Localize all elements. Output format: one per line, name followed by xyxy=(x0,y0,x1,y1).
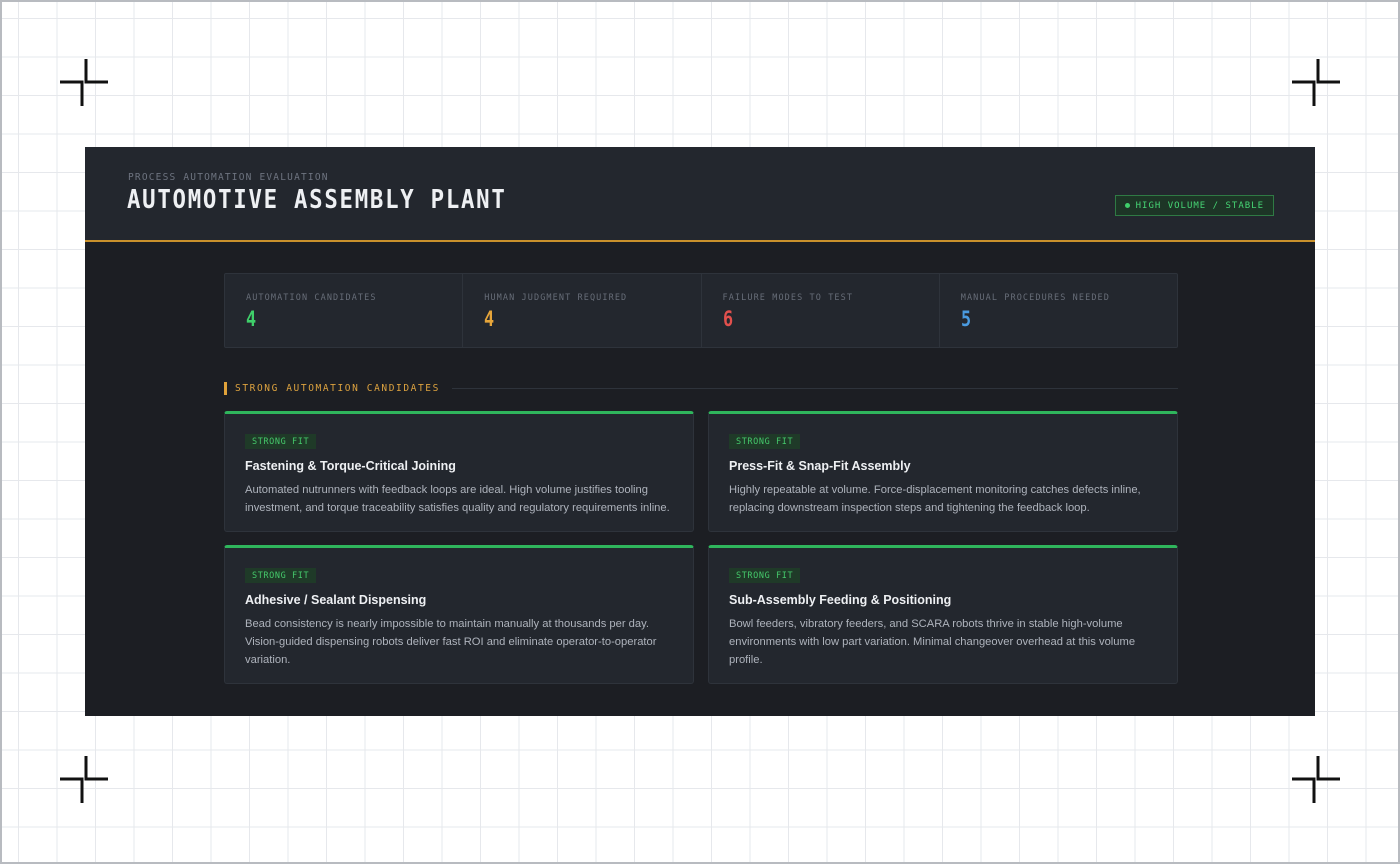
card-title: Adhesive / Sealant Dispensing xyxy=(245,593,427,607)
stat-value: 4 xyxy=(484,307,495,331)
stat-failure-modes: FAILURE MODES TO TEST 6 xyxy=(702,274,940,347)
section-accent-bar xyxy=(224,381,227,395)
card-title: Fastening & Torque-Critical Joining xyxy=(245,459,456,473)
panel-header: PROCESS AUTOMATION EVALUATION AUTOMOTIVE… xyxy=(85,147,1315,242)
stat-label: HUMAN JUDGMENT REQUIRED xyxy=(484,293,628,303)
card-description: Bowl feeders, vibratory feeders, and SCA… xyxy=(729,618,1136,666)
candidate-card[interactable]: STRONG FIT Sub-Assembly Feeding & Positi… xyxy=(708,545,1178,684)
fit-badge: STRONG FIT xyxy=(245,434,317,449)
card-title: Sub-Assembly Feeding & Positioning xyxy=(729,593,952,607)
fit-badge: STRONG FIT xyxy=(729,568,801,583)
crop-mark-icon xyxy=(1292,59,1340,107)
section-title: STRONG AUTOMATION CANDIDATES xyxy=(235,382,440,394)
crop-mark-icon xyxy=(1292,756,1340,804)
stat-label: FAILURE MODES TO TEST xyxy=(722,293,854,303)
stat-label: AUTOMATION CANDIDATES xyxy=(246,293,377,303)
card-title: Press-Fit & Snap-Fit Assembly xyxy=(729,459,911,473)
status-badge-label: HIGH VOLUME / STABLE xyxy=(1135,200,1264,211)
card-description: Highly repeatable at volume. Force-displ… xyxy=(729,484,1141,514)
page-title: AUTOMOTIVE ASSEMBLY PLANT xyxy=(127,185,507,215)
card-description: Automated nutrunners with feedback loops… xyxy=(245,484,670,514)
header-eyebrow: PROCESS AUTOMATION EVALUATION xyxy=(128,172,329,183)
candidate-card[interactable]: STRONG FIT Press-Fit & Snap-Fit Assembly… xyxy=(708,411,1178,532)
candidate-card[interactable]: STRONG FIT Fastening & Torque-Critical J… xyxy=(224,411,694,532)
stat-automation-candidates: AUTOMATION CANDIDATES 4 xyxy=(225,274,464,347)
section-divider xyxy=(451,387,1178,389)
candidate-card[interactable]: STRONG FIT Adhesive / Sealant Dispensing… xyxy=(224,545,694,684)
evaluation-panel: PROCESS AUTOMATION EVALUATION AUTOMOTIVE… xyxy=(85,147,1315,716)
fit-badge: STRONG FIT xyxy=(729,434,801,449)
stats-bar: AUTOMATION CANDIDATES 4 HUMAN JUDGMENT R… xyxy=(224,273,1178,348)
section-header: STRONG AUTOMATION CANDIDATES xyxy=(224,381,1178,395)
stat-human-judgment: HUMAN JUDGMENT REQUIRED 4 xyxy=(463,274,702,347)
stat-value: 4 xyxy=(246,307,257,331)
status-badge: HIGH VOLUME / STABLE xyxy=(1114,195,1274,216)
fit-badge: STRONG FIT xyxy=(245,568,317,583)
card-description: Bead consistency is nearly impossible to… xyxy=(245,618,657,666)
crop-mark-icon xyxy=(60,756,108,804)
stat-label: MANUAL PROCEDURES NEEDED xyxy=(960,293,1110,303)
stat-value: 6 xyxy=(722,307,733,331)
stat-manual-procedures: MANUAL PROCEDURES NEEDED 5 xyxy=(940,274,1177,347)
status-dot-icon xyxy=(1124,203,1130,208)
stat-value: 5 xyxy=(960,307,971,331)
crop-mark-icon xyxy=(60,59,108,107)
